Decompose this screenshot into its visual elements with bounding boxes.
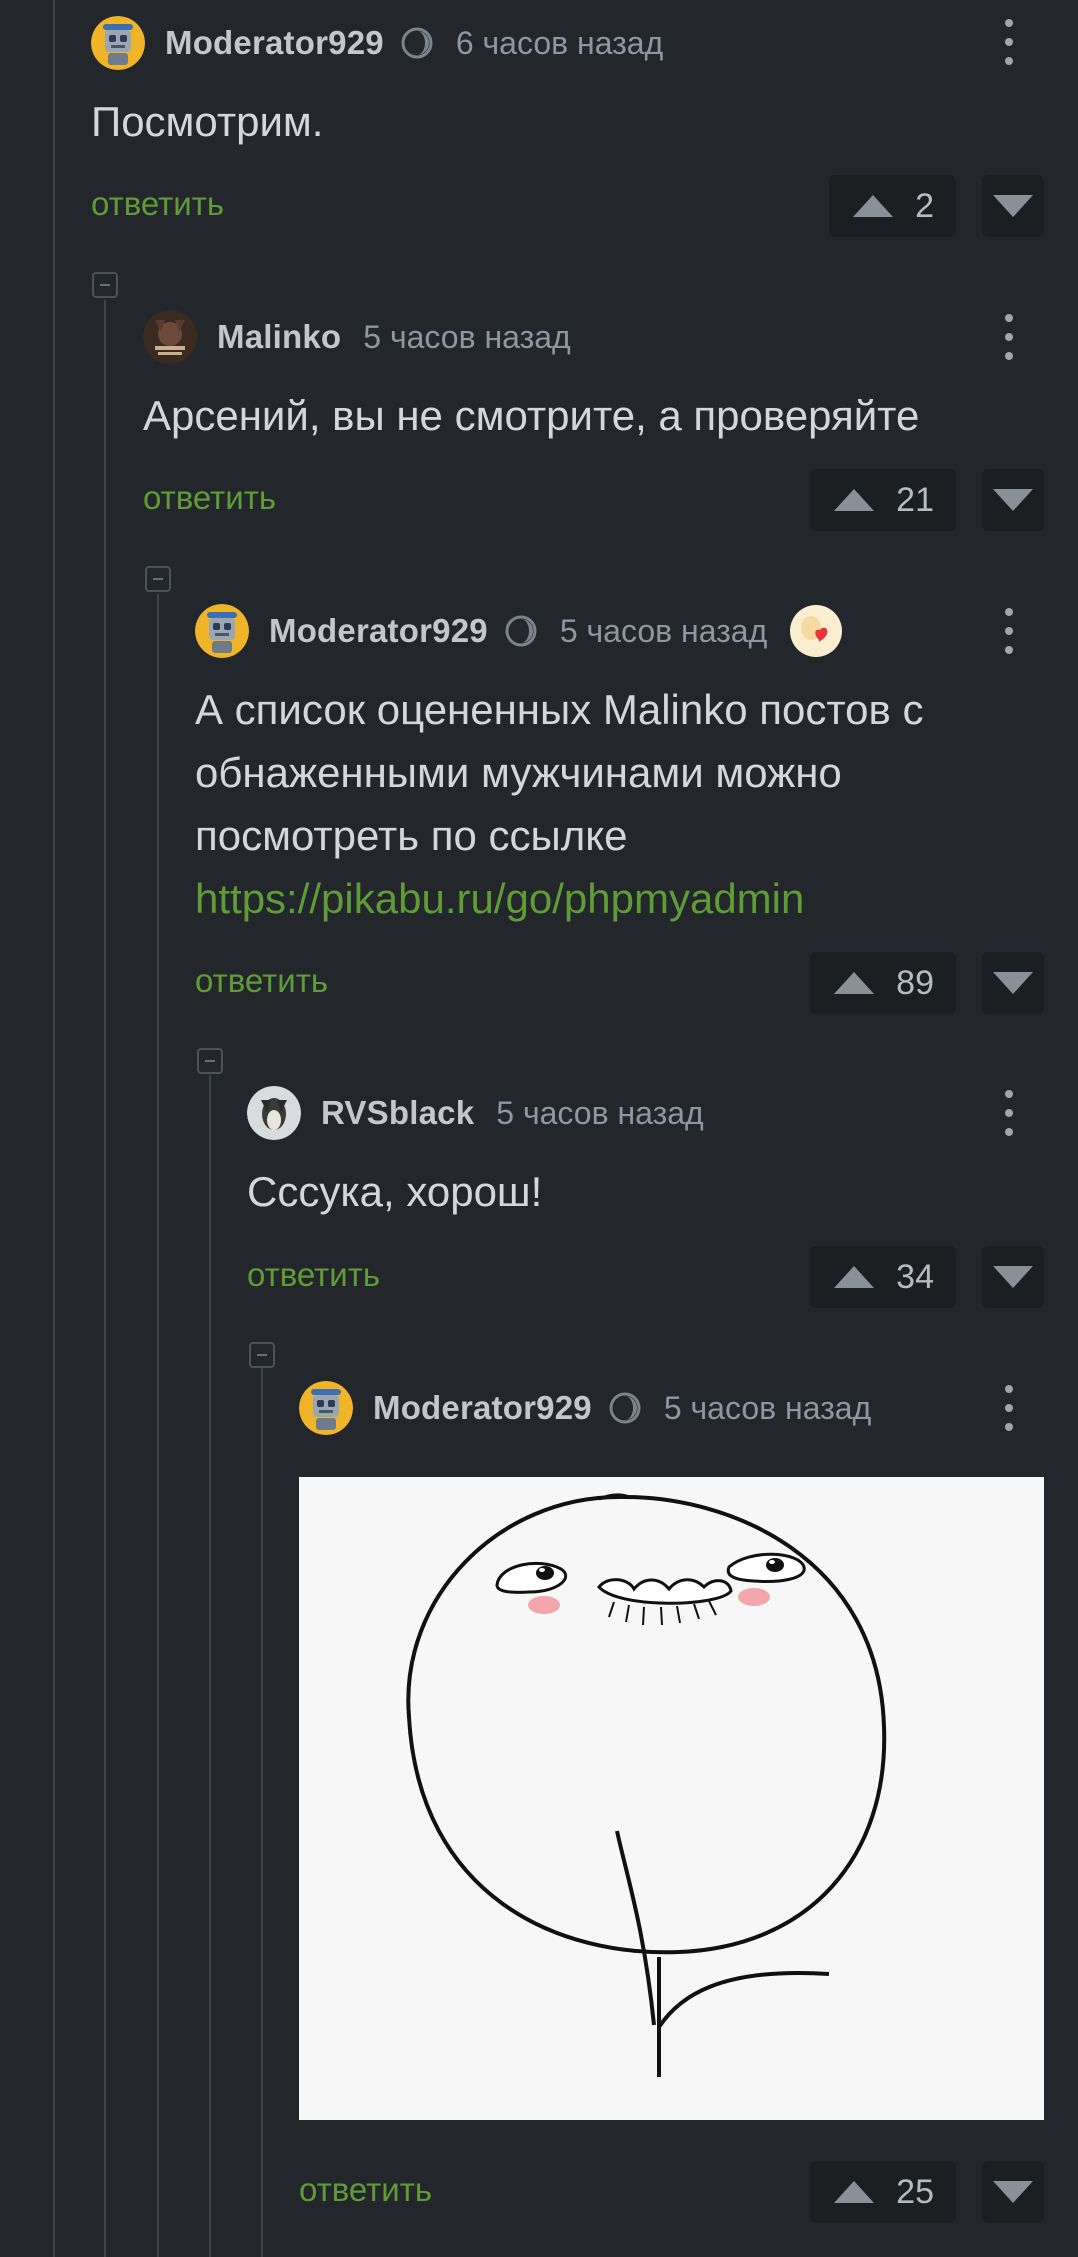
thread-line-level-4 — [261, 1368, 263, 2257]
thread-line-level-3 — [209, 1075, 211, 2257]
comment-body: А список оцененных Malinko постов с обна… — [195, 686, 924, 859]
robot-avatar[interactable] — [195, 604, 249, 658]
upvote-button[interactable]: 21 — [810, 469, 956, 531]
username[interactable]: Moderator929 — [373, 1389, 592, 1427]
username[interactable]: Malinko — [217, 318, 341, 356]
comment-text: А список оцененных Malinko постов с обна… — [195, 678, 1035, 930]
upvote-arrow-icon — [853, 195, 894, 217]
vote-score: 89 — [896, 963, 934, 1002]
username[interactable]: RVSblack — [321, 1094, 474, 1132]
comment-header: RVSblack 5 часов назад — [247, 1083, 704, 1143]
comment-time[interactable]: 5 часов назад — [496, 1095, 703, 1132]
downvote-button[interactable] — [982, 469, 1044, 531]
comment-header: Moderator929 6 часов назад — [91, 13, 663, 73]
collapse-button[interactable] — [197, 1048, 223, 1074]
more-options-icon[interactable] — [994, 605, 1024, 657]
comment-time[interactable]: 5 часов назад — [560, 613, 767, 650]
comment-header: Malinko 5 часов назад — [143, 307, 571, 367]
upvote-button[interactable]: 34 — [810, 1246, 956, 1308]
more-options-icon[interactable] — [994, 1382, 1024, 1434]
downvote-arrow-icon — [993, 489, 1033, 511]
more-options-icon[interactable] — [994, 16, 1024, 68]
upvote-arrow-icon — [834, 2181, 875, 2203]
upvote-button[interactable]: 89 — [810, 952, 956, 1014]
more-options-icon[interactable] — [994, 311, 1024, 363]
username[interactable]: Moderator929 — [269, 612, 488, 650]
moon-badge-icon — [401, 27, 433, 59]
collapse-button[interactable] — [249, 1342, 275, 1368]
downvote-button[interactable] — [982, 2161, 1044, 2223]
upvote-arrow-icon — [834, 1266, 875, 1288]
downvote-button[interactable] — [982, 952, 1044, 1014]
moon-badge-icon — [505, 615, 537, 647]
moon-badge-icon — [609, 1392, 641, 1424]
downvote-arrow-icon — [993, 195, 1033, 217]
reply-link[interactable]: ответить — [299, 2171, 432, 2209]
upvote-arrow-icon — [834, 489, 875, 511]
downvote-button[interactable] — [982, 1246, 1044, 1308]
comment-header: Moderator929 5 часов назад — [299, 1378, 871, 1438]
upvote-button[interactable]: 2 — [829, 175, 956, 237]
reply-link[interactable]: ответить — [195, 962, 328, 1000]
reply-link[interactable]: ответить — [143, 479, 276, 517]
comment-time[interactable]: 6 часов назад — [456, 25, 663, 62]
vote-score: 25 — [896, 2172, 934, 2211]
upvote-button[interactable]: 25 — [810, 2161, 956, 2223]
upvote-arrow-icon — [834, 972, 875, 994]
reply-link[interactable]: ответить — [247, 1256, 380, 1294]
comment-text: Сссука, хорош! — [247, 1168, 543, 1215]
reply-link[interactable]: ответить — [91, 185, 224, 223]
robot-avatar[interactable] — [299, 1381, 353, 1435]
downvote-arrow-icon — [993, 972, 1033, 994]
comment-text: Посмотрим. — [91, 98, 324, 145]
comment-text: Арсений, вы не смотрите, а проверяйте — [143, 392, 920, 439]
comment-time[interactable]: 5 часов назад — [664, 1390, 871, 1427]
robot-avatar[interactable] — [91, 16, 145, 70]
comment-link[interactable]: https://pikabu.ru/go/phpmyadmin — [195, 867, 1035, 930]
thread-line-level-0 — [53, 0, 55, 2257]
vote-score: 2 — [915, 186, 934, 225]
comment-time[interactable]: 5 часов назад — [363, 319, 570, 356]
collapse-button[interactable] — [145, 566, 171, 592]
vote-score: 34 — [896, 1257, 934, 1296]
comment-header: Moderator929 5 часов назад — [195, 601, 843, 661]
heart-award-icon[interactable] — [789, 604, 843, 658]
user-avatar[interactable] — [143, 310, 197, 364]
user-avatar[interactable] — [247, 1086, 301, 1140]
downvote-arrow-icon — [993, 2181, 1033, 2203]
collapse-button[interactable] — [92, 272, 118, 298]
username[interactable]: Moderator929 — [165, 24, 384, 62]
thread-line-level-1 — [104, 300, 106, 2257]
more-options-icon[interactable] — [994, 1087, 1024, 1139]
rage-comic-face-image[interactable] — [299, 1477, 1044, 2120]
thread-line-level-2 — [157, 594, 159, 2257]
downvote-button[interactable] — [982, 175, 1044, 237]
vote-score: 21 — [896, 480, 934, 519]
downvote-arrow-icon — [993, 1266, 1033, 1288]
